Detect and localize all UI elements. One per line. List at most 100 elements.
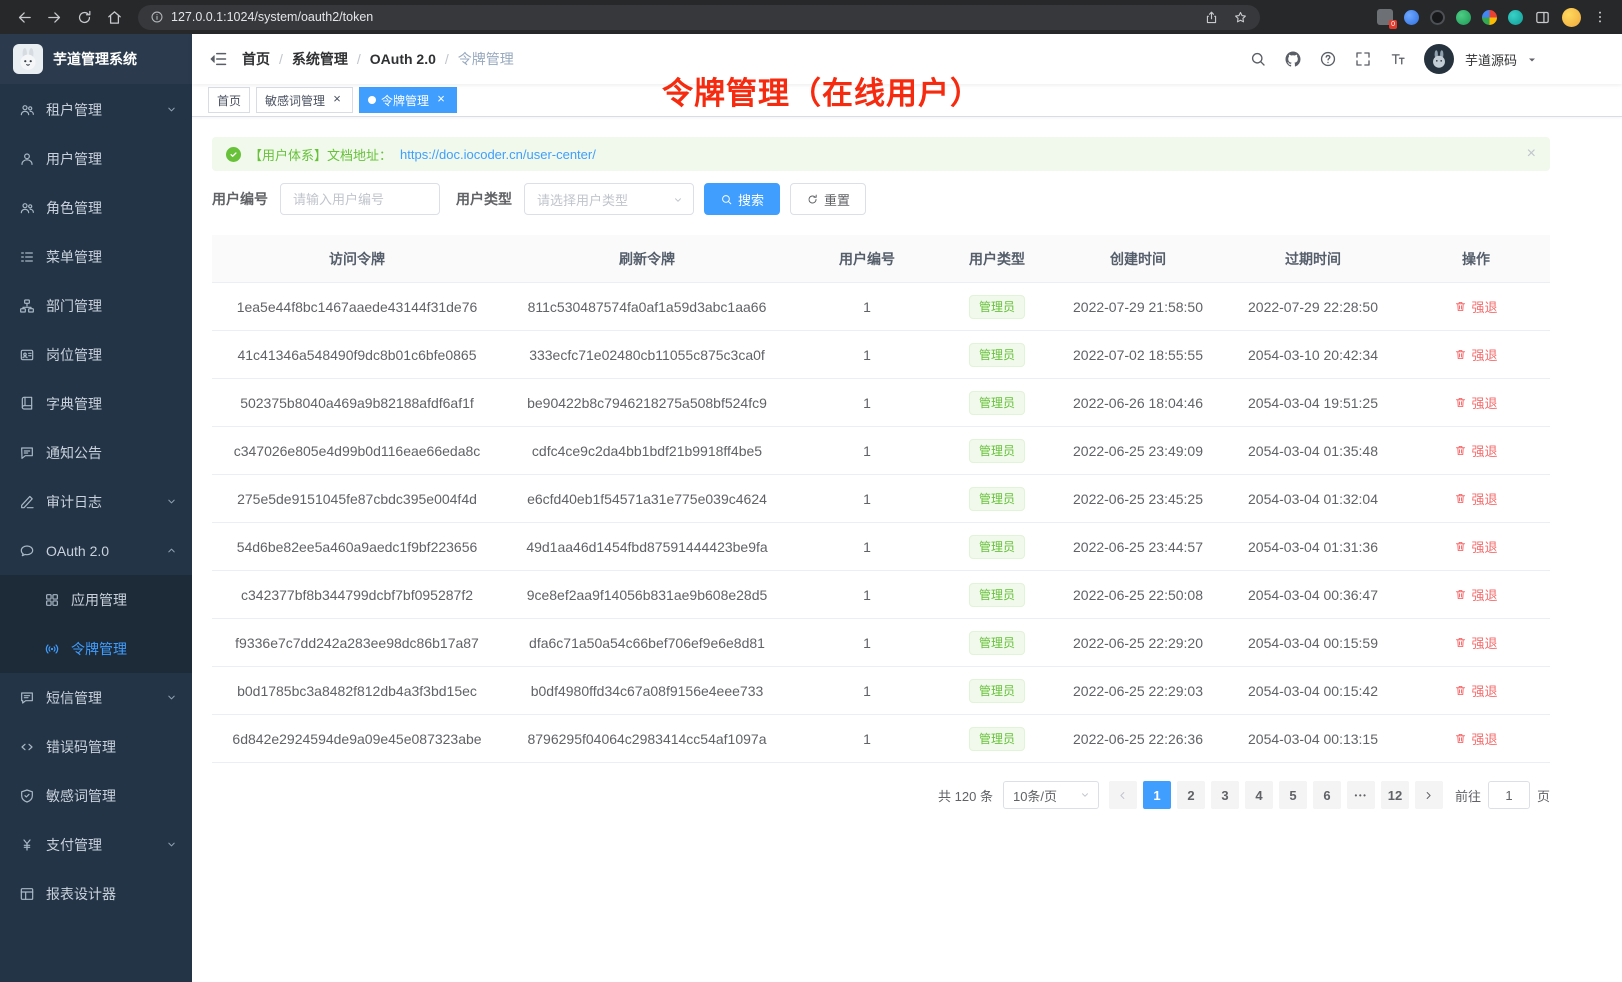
goto-page-input[interactable] (1488, 781, 1530, 809)
tab-close-icon[interactable]: × (434, 93, 448, 107)
site-info-icon[interactable] (150, 10, 164, 24)
sidebar-item-通知公告[interactable]: 通知公告 (0, 428, 192, 477)
page-ellipsis[interactable]: ••• (1347, 781, 1375, 809)
page-button-1[interactable]: 1 (1143, 781, 1171, 809)
force-logout-button[interactable]: 强退 (1454, 633, 1497, 652)
sidebar-item-OAuth 2.0[interactable]: OAuth 2.0 (0, 526, 192, 575)
username[interactable]: 芋道源码 (1465, 50, 1517, 69)
page-button-5[interactable]: 5 (1279, 781, 1307, 809)
sidebar-item-岗位管理[interactable]: 岗位管理 (0, 330, 192, 379)
users-icon (19, 102, 35, 118)
page-button-12[interactable]: 12 (1381, 781, 1409, 809)
column-header-访问令牌: 访问令牌 (212, 235, 502, 282)
force-logout-button[interactable]: 强退 (1454, 537, 1497, 556)
page-button-6[interactable]: 6 (1313, 781, 1341, 809)
extension-icon-5[interactable] (1482, 10, 1497, 25)
sidebar-item-用户管理[interactable]: 用户管理 (0, 134, 192, 183)
font-size-icon[interactable] (1389, 50, 1407, 68)
prev-page-button[interactable] (1109, 781, 1137, 809)
github-icon[interactable] (1284, 50, 1302, 68)
sidebar-item-审计日志[interactable]: 审计日志 (0, 477, 192, 526)
bookmark-star-icon[interactable] (1233, 10, 1248, 25)
browser-profile-avatar[interactable] (1562, 8, 1581, 27)
force-logout-button[interactable]: 强退 (1454, 489, 1497, 508)
column-header-刷新令牌: 刷新令牌 (502, 235, 792, 282)
breadcrumb-item-系统管理[interactable]: 系统管理 (292, 49, 348, 69)
extension-icon-4[interactable] (1456, 10, 1471, 25)
reset-button[interactable]: 重置 (790, 183, 866, 215)
home-button[interactable] (100, 3, 128, 31)
forward-button[interactable] (40, 3, 68, 31)
sidebar-item-令牌管理[interactable]: 令牌管理 (0, 624, 192, 673)
page-buttons: 123456•••12 (1109, 781, 1443, 809)
pagination: 共 120 条 10条/页 123456•••12 前往 页 (212, 781, 1550, 809)
page-button-4[interactable]: 4 (1245, 781, 1273, 809)
sidebar-item-部门管理[interactable]: 部门管理 (0, 281, 192, 330)
url-bar[interactable]: 127.0.0.1:1024/system/oauth2/token (138, 5, 1260, 30)
sidebar-collapse-icon[interactable] (208, 49, 228, 69)
breadcrumb: 首页/系统管理/OAuth 2.0/令牌管理 (242, 49, 514, 69)
force-logout-button[interactable]: 强退 (1454, 681, 1497, 700)
sidebar-item-错误码管理[interactable]: 错误码管理 (0, 722, 192, 771)
browser-menu-icon[interactable] (1592, 9, 1608, 25)
extension-icon-3[interactable] (1430, 10, 1445, 25)
url-text[interactable]: 127.0.0.1:1024/system/oauth2/token (171, 10, 373, 24)
force-logout-button[interactable]: 强退 (1454, 345, 1497, 364)
sidebar-item-菜单管理[interactable]: 菜单管理 (0, 232, 192, 281)
alert-close-icon[interactable]: × (1527, 146, 1536, 162)
chevron-down-icon (165, 103, 178, 116)
next-page-button[interactable] (1415, 781, 1443, 809)
side-panel-icon[interactable] (1534, 9, 1551, 26)
select-placeholder: 请选择用户类型 (537, 190, 628, 209)
cell-action: 强退 (1402, 427, 1550, 474)
breadcrumb-item-首页[interactable]: 首页 (242, 49, 270, 69)
page-button-2[interactable]: 2 (1177, 781, 1205, 809)
tab-敏感词管理[interactable]: 敏感词管理× (256, 87, 353, 113)
force-logout-button[interactable]: 强退 (1454, 585, 1497, 604)
user-id-input[interactable] (280, 183, 440, 215)
cell-expire-time: 2054-03-04 19:51:25 (1224, 379, 1402, 426)
alert-text: 【用户体系】文档地址： (249, 145, 392, 164)
oauth-icon (19, 543, 35, 559)
sidebar-item-短信管理[interactable]: 短信管理 (0, 673, 192, 722)
cell-refresh-token: dfa6c71a50a54c66bef706ef9e6e8d81 (502, 619, 792, 666)
cell-access-token: 54d6be82ee5a460a9aedc1f9bf223656 (212, 523, 502, 570)
extension-icon-1[interactable] (1377, 9, 1393, 25)
force-logout-button[interactable]: 强退 (1454, 393, 1497, 412)
page-size-select[interactable]: 10条/页 (1003, 781, 1099, 809)
sidebar-item-敏感词管理[interactable]: 敏感词管理 (0, 771, 192, 820)
search-button[interactable]: 搜索 (704, 183, 780, 215)
table-row: 54d6be82ee5a460a9aedc1f9bf22365649d1aa46… (212, 523, 1550, 571)
share-icon[interactable] (1204, 10, 1219, 25)
force-logout-button[interactable]: 强退 (1454, 297, 1497, 316)
help-icon[interactable] (1319, 50, 1337, 68)
chevron-down-icon[interactable] (1526, 53, 1538, 65)
reload-button[interactable] (70, 3, 98, 31)
user-avatar[interactable] (1424, 44, 1454, 74)
search-icon[interactable] (1249, 50, 1267, 68)
sidebar-item-角色管理[interactable]: 角色管理 (0, 183, 192, 232)
chevron-down-icon (165, 838, 178, 851)
tab-令牌管理[interactable]: 令牌管理× (359, 87, 457, 113)
doc-link[interactable]: https://doc.iocoder.cn/user-center/ (400, 147, 596, 162)
sidebar-item-支付管理[interactable]: 支付管理 (0, 820, 192, 869)
sidebar-item-应用管理[interactable]: 应用管理 (0, 575, 192, 624)
force-logout-button[interactable]: 强退 (1454, 441, 1497, 460)
sidebar-item-租户管理[interactable]: 租户管理 (0, 85, 192, 134)
cell-create-time: 2022-06-25 23:44:57 (1052, 523, 1224, 570)
fullscreen-icon[interactable] (1354, 50, 1372, 68)
page-button-3[interactable]: 3 (1211, 781, 1239, 809)
breadcrumb-item-OAuth 2.0[interactable]: OAuth 2.0 (370, 51, 436, 67)
sidebar-item-报表设计器[interactable]: 报表设计器 (0, 869, 192, 918)
logo[interactable]: 芋道管理系统 (0, 34, 192, 84)
back-button[interactable] (10, 3, 38, 31)
user-type-badge: 管理员 (969, 727, 1025, 751)
tab-close-icon[interactable]: × (330, 93, 344, 107)
tab-首页[interactable]: 首页 (208, 87, 250, 113)
extension-icon-2[interactable] (1404, 10, 1419, 25)
tree-icon (19, 298, 35, 314)
user-type-select[interactable]: 请选择用户类型 (524, 183, 694, 215)
extension-icon-6[interactable] (1508, 10, 1523, 25)
sidebar-item-字典管理[interactable]: 字典管理 (0, 379, 192, 428)
force-logout-button[interactable]: 强退 (1454, 729, 1497, 748)
